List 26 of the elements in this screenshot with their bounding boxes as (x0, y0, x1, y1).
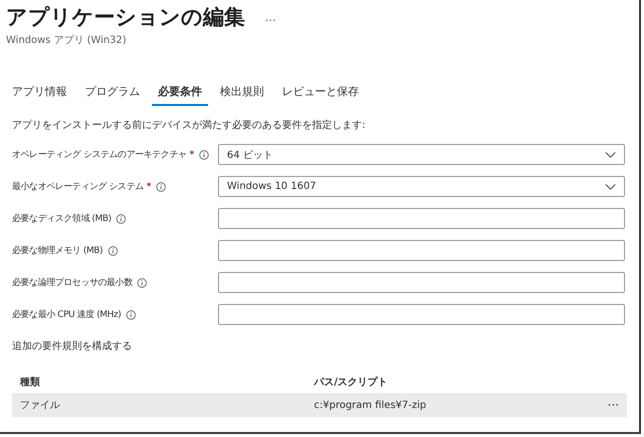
page-title: アプリケーションの編集 (6, 4, 245, 31)
field-label: 必要な物理メモリ (MB) (12, 244, 103, 257)
more-button[interactable]: ··· (608, 398, 619, 412)
field-label: 最小なオペレーティング システム (12, 180, 144, 193)
column-header: 種類 (18, 376, 41, 389)
tab[interactable]: 検出規則 (214, 82, 270, 106)
field-label: オペレーティング システムのアーキテクチャ (12, 149, 186, 161)
dropdown[interactable]: Windows 10 1607 (218, 176, 625, 197)
section-heading: 追加の要件規則を構成する (12, 340, 133, 353)
table-row[interactable]: ファイル c:¥program files¥7-zip ··· (12, 393, 627, 417)
field-label: 必要な最小 CPU 速度 (MHz) (12, 308, 121, 321)
description-text: アプリをインストールする前にデバイスが満たす必要のある要件を指定します: (12, 118, 366, 132)
column-header: パス/スクリプト (312, 375, 389, 389)
field-label: 必要な論理プロセッサの最小数 (12, 276, 132, 289)
field-label: 必要なディスク領域 (MB) (12, 212, 112, 225)
table-cell-text: ファイル (19, 399, 61, 412)
tab[interactable]: 必要条件 (152, 82, 208, 106)
required-mark: * (146, 182, 151, 192)
more-button[interactable]: … (265, 10, 276, 24)
tab[interactable]: プログラム (79, 82, 146, 106)
table-cell-text: c:¥program files¥7-zip (313, 400, 428, 410)
dropdown[interactable]: 64 ビット (218, 144, 625, 165)
required-mark: * (189, 150, 194, 160)
tab[interactable]: レビューと保存 (276, 82, 365, 106)
tab[interactable]: アプリ情報 (6, 82, 73, 106)
page-subtitle: Windows アプリ (Win32) (6, 34, 128, 47)
